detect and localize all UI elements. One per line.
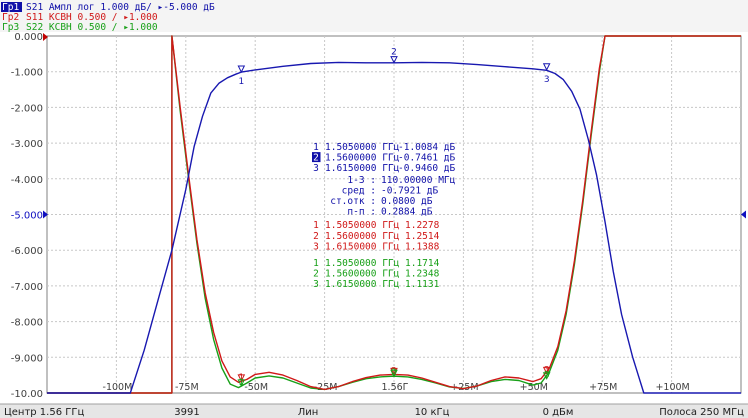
readout-stats-row: сред : -0.7921 дБ [342,185,439,196]
y-tick-label: -4.000 [11,175,43,186]
y-tick-label: -7.000 [11,282,43,293]
readout-value: 1.1131 [405,279,440,290]
readout-frequency: 1.6150000 ГГц [325,279,400,290]
readout-marker-number: 1 [313,258,319,269]
x-tick-label: +50M [520,382,548,393]
readout-marker-number: 1 [313,142,319,153]
readout-frequency: 1.5600000 ГГц [325,231,400,242]
y-tick-label: -1.000 [11,68,43,79]
readout-marker-number: 2 [313,153,319,164]
readout-frequency: 1.6150000 ГГц [325,241,400,252]
readout-marker-number: 3 [313,279,319,290]
status-span[interactable]: Полоса 250 МГц [659,407,744,418]
marker-s22-3[interactable]: 3 [542,371,551,381]
readout-frequency: 1.5050000 ГГц [325,220,400,231]
stats-value: -0.7921 дБ [381,185,438,196]
status-bar: Центр 1.56 ГГц 3991 Лин 10 кГц 0 дБм Полоса 2… [0,403,748,418]
readout-value: 1.2278 [405,220,440,231]
y-tick-label: -3.000 [11,139,43,150]
readout-value: -0.7461 дБ [398,153,455,164]
x-tick-label: +100M [655,382,689,393]
marker-number: 1 [238,378,244,388]
readout-marker-number: 3 [313,241,319,252]
stats-value: 0.2884 дБ [381,207,433,218]
x-tick-label: -75M [175,382,199,393]
stats-value: 110.00000 МГц [381,175,456,186]
readout-s21-row: 1 1.5050000 ГГц-1.0084 дБ [313,142,455,153]
marker-number: 3 [544,371,550,381]
marker-s22-1[interactable]: 1 [237,378,246,388]
readout-stats-row: п-п : 0.2884 дБ [347,207,432,218]
readout-s22-row: 1 1.5050000 ГГц 1.1714 [313,258,439,269]
y-tick-label: -9.000 [11,353,43,364]
marker-number: 2 [391,48,397,58]
stats-label: п-п : [347,207,376,218]
stats-label: 1-3 : [347,175,376,186]
readout-value: 1.2514 [405,231,440,242]
marker-number: 3 [544,75,550,85]
trace-header: Гр1 S21 Ампл лог 1.000 дБ/ ▸-5.000 дБГр2 S… [0,0,748,33]
vna-display: Гр1 S21 Ампл лог 1.000 дБ/ ▸-5.000 дБГр2 S… [0,0,748,418]
readout-value: 1.1714 [405,258,440,269]
readout-marker-number: 2 [313,231,319,242]
x-tick-label: -50M [244,382,268,393]
trace-format: S22 КСВН 0.500 / ▸1.000 [26,22,158,33]
readout-s11-row: 3 1.6150000 ГГц 1.1388 [313,241,439,252]
status-power[interactable]: 0 дБм [543,407,574,418]
marker-number: 1 [238,77,244,87]
readout-frequency: 1.6150000 ГГц [325,163,400,174]
x-tick-label: -100M [103,382,133,393]
readout-marker-number: 3 [313,163,319,174]
marker-number: 2 [391,368,397,378]
readout-s21-row: 3 1.6150000 ГГц-0.9460 дБ [313,163,455,174]
status-sweep[interactable]: Лин [298,407,319,418]
y-tick-label: -6.000 [11,246,43,257]
readout-s22-row: 2 1.5600000 ГГц 1.2348 [313,269,439,280]
readout-marker-number: 1 [313,220,319,231]
plot-area: 0.000 -1.000 -2.000 -3.000 -4.000 -5.000 -6.00… [11,32,746,400]
readout-value: 1.2348 [405,269,440,280]
readout-frequency: 1.5600000 ГГц [325,153,400,164]
readout-value: -0.9460 дБ [398,163,455,174]
readout-stats-row: ст.отк : 0.0800 дБ [330,196,433,207]
readout-s21-row: 2 1.5600000 ГГц-0.7461 дБ [312,152,455,164]
readout-stats-row: 1-3 : 110.00000 МГц [347,175,455,186]
y-tick-label: 0.000 [14,32,43,43]
y-tick-label: -8.000 [11,318,43,329]
readout-s11-row: 1 1.5050000 ГГц 1.2278 [313,220,439,231]
x-tick-label: 1.56Г [382,382,409,393]
readout-frequency: 1.5050000 ГГц [325,258,400,269]
readout-marker-number: 2 [313,269,319,280]
readout-frequency: 1.5050000 ГГц [325,142,400,153]
status-bar-background [0,404,748,418]
readout-s11-row: 2 1.5600000 ГГц 1.2514 [313,231,439,242]
stats-label: сред : [342,185,376,196]
x-tick-label: +75M [589,382,617,393]
status-center[interactable]: Центр 1.56 ГГц [4,407,84,418]
readout-frequency: 1.5600000 ГГц [325,269,400,280]
status-ifbw[interactable]: 10 кГц [415,407,450,418]
y-tick-label: -10.00 [11,389,43,400]
marker-s22-2[interactable]: 2 [390,368,398,378]
readout-value: 1.1388 [405,241,440,252]
status-points[interactable]: 3991 [174,407,199,418]
y-tick-label: -5.000 [11,211,43,222]
stats-value: 0.0800 дБ [381,196,433,207]
y-tick-label: -2.000 [11,103,43,114]
readout-s22-row: 3 1.6150000 ГГц 1.1131 [313,279,439,290]
readout-value: -1.0084 дБ [398,142,455,153]
stats-label: ст.отк : [330,196,376,207]
